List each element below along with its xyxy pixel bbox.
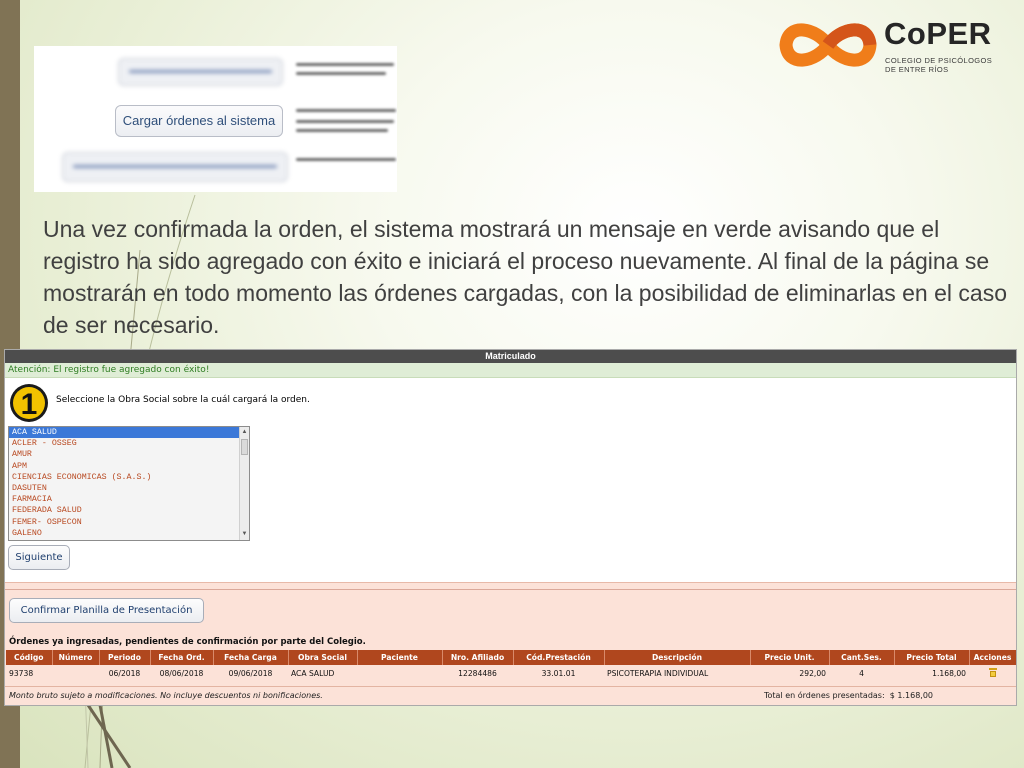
col-header-precio-total[interactable]: Precio Total [894,650,970,665]
cell-nro-afiliado: 12284486 [442,665,513,681]
cell-fecha-ord: 08/06/2018 [150,665,213,681]
listbox-option[interactable]: GALENO [9,528,239,539]
listbox-option[interactable]: ACA SALUD [9,427,239,439]
cell-paciente [357,665,442,681]
step-instruction: Seleccione la Obra Social sobre la cuál … [56,395,310,405]
blurred-line [296,72,386,75]
orders-table: Código Número Periodo Fecha Ord. Fecha C… [6,650,1016,681]
footer-divider [5,686,1016,687]
cell-obra-social: ACA SALUD [288,665,357,681]
orders-panel: Confirmar Planilla de Presentación Órden… [5,582,1016,705]
scrollbar-thumb[interactable] [241,439,248,455]
table-header-row: Código Número Periodo Fecha Ord. Fecha C… [6,650,1016,665]
orders-title: Órdenes ya ingresadas, pendientes de con… [9,637,366,647]
cell-periodo: 06/2018 [99,665,150,681]
cell-cant-ses: 4 [829,665,894,681]
cell-cod-prestacion: 33.01.01 [513,665,604,681]
step-one-icon: 1 [10,384,48,422]
listbox-option[interactable]: FEDERADA SALUD [9,505,239,516]
trash-icon[interactable] [988,667,997,677]
listbox-option[interactable]: ACLER - OSSEG [9,438,239,449]
orders-app-window: Matriculado Atención: El registro fue ag… [4,349,1017,706]
col-header-acciones: Acciones [969,650,1016,665]
listbox-option[interactable]: AMUR [9,449,239,460]
cell-descripcion: PSICOTERAPIA INDIVIDUAL [604,665,750,681]
blurred-line [296,109,396,112]
listbox-scrollbar[interactable]: ▲ ▼ [239,427,249,540]
footnote: Monto bruto sujeto a modificaciones. No … [9,691,323,700]
menu-screenshot-thumbnail: Cargar órdenes al sistema [34,46,397,192]
listbox-option[interactable]: DASUTEN [9,483,239,494]
col-header-cod-prestacion[interactable]: Cód.Prestación [513,650,605,665]
blurred-line [296,120,394,123]
col-header-codigo[interactable]: Código [6,650,53,665]
cell-numero [52,665,99,681]
logo-subtitle-line2: DE ENTRE RÍOS [885,65,949,74]
cell-fecha-carga: 09/06/2018 [213,665,288,681]
table-row: 93738 06/2018 08/06/2018 09/06/2018 ACA … [6,665,1016,681]
listbox-option[interactable]: CIENCIAS ECONOMICAS (S.A.S.) [9,472,239,483]
blurred-button-top [118,58,283,86]
col-header-cant-ses[interactable]: Cant.Ses. [829,650,895,665]
step-number: 1 [21,388,38,421]
infinity-logo-icon [779,23,877,67]
col-header-numero[interactable]: Número [52,650,100,665]
blurred-line [296,158,396,161]
cell-codigo: 93738 [6,665,52,681]
logo-subtitle-line1: COLEGIO DE PSICÓLOGOS [885,56,993,65]
col-header-descripcion[interactable]: Descripción [604,650,751,665]
scroll-down-icon[interactable]: ▼ [240,530,249,539]
col-header-fecha-ord[interactable]: Fecha Ord. [150,650,214,665]
next-button[interactable]: Siguiente [8,545,70,570]
confirm-sheet-button[interactable]: Confirmar Planilla de Presentación [9,598,204,623]
cell-precio-total: 1.168,00 [894,665,969,681]
scroll-up-icon[interactable]: ▲ [240,428,249,437]
listbox-option[interactable]: FEMER- OSPECON [9,517,239,528]
logo-name: CoPER [884,16,992,51]
divider [5,589,1016,590]
obra-social-listbox[interactable]: ACA SALUD ACLER - OSSEG AMUR APM CIENCIA… [8,426,250,541]
success-alert: Atención: El registro fue agregado con é… [5,363,1016,378]
total-label: Total en órdenes presentadas: [764,691,885,700]
col-header-periodo[interactable]: Periodo [99,650,151,665]
orders-total: Total en órdenes presentadas: $ 1.168,00 [764,691,933,700]
cell-precio-unit: 292,00 [750,665,829,681]
col-header-nro-afiliado[interactable]: Nro. Afiliado [442,650,514,665]
col-header-fecha-carga[interactable]: Fecha Carga [213,650,289,665]
blurred-line [296,129,388,132]
blurred-button-bottom [62,152,288,182]
listbox-option[interactable]: APM [9,461,239,472]
col-header-obra-social[interactable]: Obra Social [288,650,358,665]
blurred-line [296,63,394,66]
coper-logo: CoPER COLEGIO DE PSICÓLOGOS DE ENTRE RÍO… [778,10,1003,80]
cell-acciones [969,665,1016,681]
logo-subtitle: COLEGIO DE PSICÓLOGOS DE ENTRE RÍOS [885,56,992,74]
slide-paragraph: Una vez confirmada la orden, el sistema … [43,216,1007,338]
listbox-option[interactable]: FARMACIA [9,494,239,505]
app-title-bar: Matriculado [5,350,1016,363]
total-value: $ 1.168,00 [889,691,934,700]
col-header-paciente[interactable]: Paciente [357,650,443,665]
load-orders-button[interactable]: Cargar órdenes al sistema [115,105,283,137]
col-header-precio-unit[interactable]: Precio Unit. [750,650,830,665]
